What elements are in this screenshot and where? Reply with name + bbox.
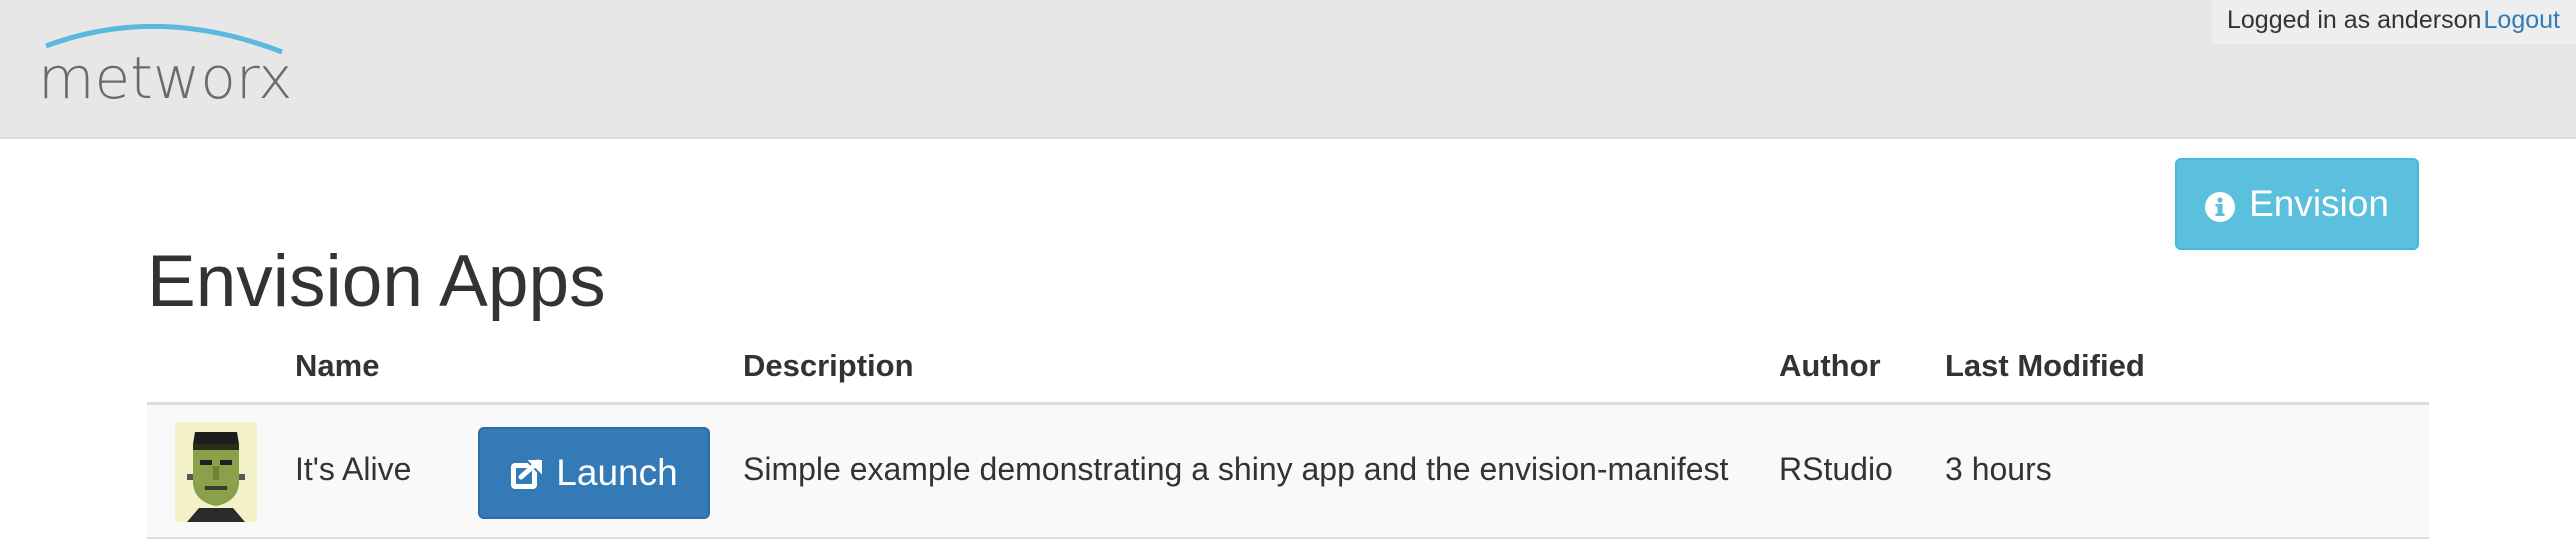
page-title: Envision Apps: [147, 241, 606, 322]
app-name: It's Alive: [295, 451, 412, 487]
app-last-modified: 3 hours: [1945, 451, 2052, 487]
logo-text: metworx: [38, 44, 292, 112]
launch-button[interactable]: Launch: [478, 427, 710, 519]
app-author: RStudio: [1779, 451, 1893, 487]
user-status-box: Logged in as anderson Logout: [2212, 0, 2576, 44]
app-thumbnail: [175, 422, 257, 522]
info-circle-icon: [2205, 189, 2236, 222]
top-header: metworx Logged in as anderson Logout: [0, 0, 2576, 139]
metworx-logo[interactable]: metworx: [38, 22, 298, 112]
column-header-last-modified: Last Modified: [1945, 348, 2145, 383]
envision-info-button[interactable]: Envision: [2175, 158, 2419, 250]
table-row: It's Alive Launch Simple example demonst…: [147, 405, 2429, 539]
logged-in-user-text: Logged in as anderson: [2227, 6, 2482, 34]
column-header-author: Author: [1779, 348, 1881, 383]
app-description: Simple example demonstrating a shiny app…: [743, 451, 1729, 487]
column-header-name: Name: [295, 348, 380, 383]
column-header-description: Description: [743, 348, 914, 383]
envision-button-label: Envision: [2249, 183, 2389, 224]
logout-link[interactable]: Logout: [2484, 6, 2560, 35]
launch-button-label: Launch: [556, 452, 678, 493]
external-link-icon: [510, 456, 545, 490]
